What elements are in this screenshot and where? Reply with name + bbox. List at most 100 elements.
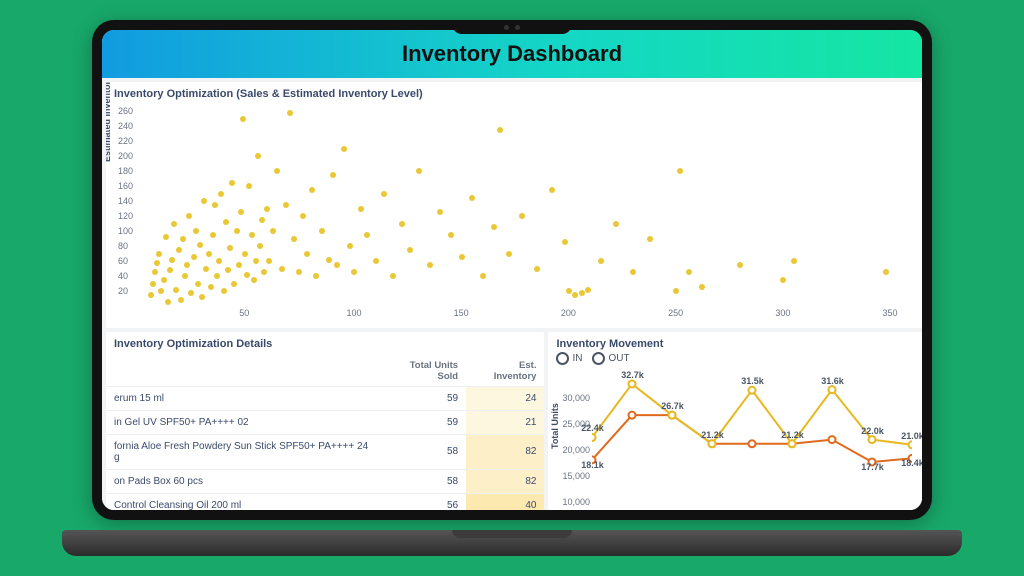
scatter-point xyxy=(351,269,357,275)
data-label: 18.4k xyxy=(901,458,922,468)
x-tick: 50 xyxy=(239,308,249,318)
y-tick: 180 xyxy=(118,166,133,176)
legend-dot-out-icon xyxy=(592,352,605,365)
cell-product: in Gel UV SPF50+ PA++++ 02 xyxy=(106,410,380,434)
cell-units: 56 xyxy=(380,493,467,510)
scatter-point xyxy=(148,292,154,298)
scatter-point xyxy=(780,277,786,283)
table-row: on Pads Box 60 pcs5882 xyxy=(106,469,544,493)
scatter-point xyxy=(216,258,222,264)
y-tick: 40 xyxy=(118,271,128,281)
scatter-point xyxy=(296,269,302,275)
scatter-point xyxy=(231,281,237,287)
scatter-point xyxy=(313,273,319,279)
y-tick: 200 xyxy=(118,151,133,161)
dashboard-content: Inventory Optimization (Sales & Estimate… xyxy=(102,78,922,510)
scatter-point xyxy=(304,251,310,257)
scatter-point xyxy=(201,198,207,204)
y-tick: 20,000 xyxy=(562,445,590,455)
panel-title-details: Inventory Optimization Details xyxy=(114,338,536,350)
y-tick: 15,000 xyxy=(562,471,590,481)
scatter-point xyxy=(283,202,289,208)
scatter-point xyxy=(585,287,591,293)
scatter-point xyxy=(152,269,158,275)
scatter-point xyxy=(497,127,503,133)
scatter-point xyxy=(534,266,540,272)
scatter-point xyxy=(491,224,497,230)
scatter-point xyxy=(161,277,167,283)
x-tick: 350 xyxy=(883,308,898,318)
scatter-point xyxy=(427,262,433,268)
cell-product: Control Cleansing Oil 200 ml xyxy=(106,493,380,510)
x-tick: 250 xyxy=(668,308,683,318)
scatter-point xyxy=(630,269,636,275)
scatter-point xyxy=(182,273,188,279)
scatter-point xyxy=(613,221,619,227)
scatter-point xyxy=(330,172,336,178)
scatter-point xyxy=(572,292,578,298)
scatter-point xyxy=(251,277,257,283)
scatter-point xyxy=(154,260,160,266)
scatter-point xyxy=(373,258,379,264)
page-title: Inventory Dashboard xyxy=(402,41,622,67)
scatter-point xyxy=(261,269,267,275)
scatter-point xyxy=(167,267,173,273)
x-tick: 150 xyxy=(454,308,469,318)
scatter-point xyxy=(171,221,177,227)
scatter-point xyxy=(480,273,486,279)
x-tick: 300 xyxy=(775,308,790,318)
scatter-point xyxy=(287,110,293,116)
scatter-point xyxy=(208,284,214,290)
panel-details: Inventory Optimization Details Total Uni… xyxy=(106,332,544,510)
screen-bezel: Inventory Dashboard Inventory Optimizati… xyxy=(92,20,932,520)
scatter-point xyxy=(347,243,353,249)
scatter-point xyxy=(221,288,227,294)
scatter-point xyxy=(253,258,259,264)
cell-units: 58 xyxy=(380,434,467,469)
scatter-point xyxy=(341,146,347,152)
data-label: 31.5k xyxy=(741,376,764,386)
cell-inventory: 82 xyxy=(466,434,544,469)
scatter-point xyxy=(214,273,220,279)
scatter-point xyxy=(399,221,405,227)
y-tick: 80 xyxy=(118,241,128,251)
scatter-point xyxy=(259,217,265,223)
scatter-point xyxy=(150,281,156,287)
y-tick: 260 xyxy=(118,106,133,116)
scatter-point xyxy=(300,213,306,219)
cell-units: 59 xyxy=(380,410,467,434)
scatter-point xyxy=(416,168,422,174)
y-tick: 100 xyxy=(118,226,133,236)
scatter-point xyxy=(199,294,205,300)
scatter-point xyxy=(334,262,340,268)
scatter-point xyxy=(249,232,255,238)
scatter-point xyxy=(193,228,199,234)
dashboard-header: Inventory Dashboard xyxy=(102,30,922,78)
laptop-frame: Inventory Dashboard Inventory Optimizati… xyxy=(92,20,932,550)
x-tick: 200 xyxy=(561,308,576,318)
data-label: 31.6k xyxy=(821,376,844,386)
y-tick: 160 xyxy=(118,181,133,191)
cell-inventory: 24 xyxy=(466,386,544,410)
scatter-point xyxy=(469,195,475,201)
scatter-point xyxy=(238,209,244,215)
scatter-point xyxy=(562,239,568,245)
scatter-point xyxy=(244,272,250,278)
camera-dot xyxy=(515,25,520,30)
scatter-point xyxy=(178,297,184,303)
panel-title-movement: Inventory Movement xyxy=(556,338,914,350)
data-label: 21.0k xyxy=(901,431,922,441)
cell-product: on Pads Box 60 pcs xyxy=(106,469,380,493)
camera-dot xyxy=(504,25,509,30)
scatter-point xyxy=(173,287,179,293)
table-row: Control Cleansing Oil 200 ml5640 xyxy=(106,493,544,510)
scatter-point xyxy=(188,290,194,296)
data-label: 22.4k xyxy=(581,423,604,433)
scatter-plot-area: 2040608010012014016018020022024026050100… xyxy=(140,104,912,306)
laptop-base xyxy=(62,530,962,556)
scatter-point xyxy=(156,251,162,257)
scatter-point xyxy=(158,288,164,294)
scatter-point xyxy=(257,243,263,249)
table-row: erum 15 ml5924 xyxy=(106,386,544,410)
scatter-point xyxy=(223,219,229,225)
